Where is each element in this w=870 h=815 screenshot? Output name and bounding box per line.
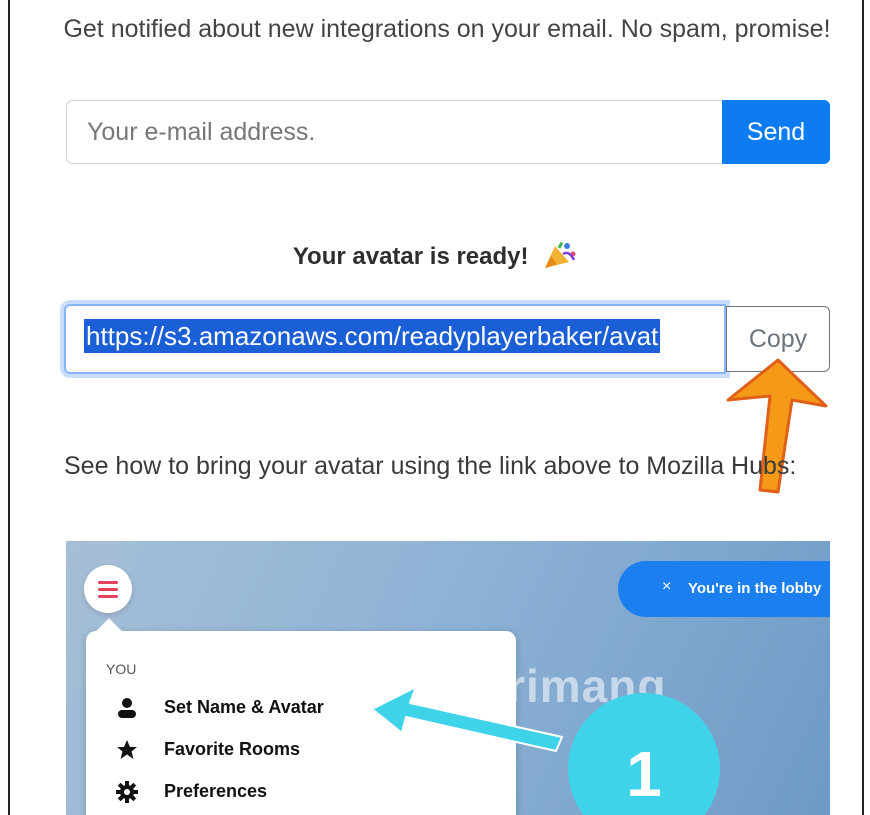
party-popper-icon — [545, 241, 576, 268]
panel-pointer — [96, 618, 122, 644]
email-form: Send — [66, 100, 830, 166]
newsletter-text: Get notified about new integrations on y… — [63, 15, 831, 43]
star-icon — [117, 740, 137, 759]
menu-item-label: Preferences — [164, 781, 268, 801]
step-number: 1 — [626, 738, 662, 810]
avatar-url-selected-text: https://s3.amazonaws.com/readyplayerbake… — [84, 319, 661, 353]
send-button[interactable]: Send — [722, 100, 830, 164]
avatar-url-field[interactable]: https://s3.amazonaws.com/readyplayerbake… — [64, 304, 726, 374]
person-icon — [118, 698, 136, 718]
instructions-text: See how to bring your avatar using the l… — [64, 452, 797, 480]
avatar-url-group: https://s3.amazonaws.com/readyplayerbake… — [64, 304, 830, 374]
menu-item-label: Set Name & Avatar — [164, 697, 324, 717]
menu-item-label: Favorite Rooms — [164, 739, 301, 759]
lobby-banner: × You're in the lobby — [618, 561, 830, 617]
left-frame-border — [8, 0, 10, 815]
close-icon: × — [662, 578, 672, 595]
menu-section-label: YOU — [106, 661, 137, 677]
avatar-ready-heading: Your avatar is ready! — [0, 240, 870, 271]
gear-icon — [116, 781, 138, 803]
email-field[interactable] — [66, 100, 722, 164]
lobby-banner-text: You're in the lobby — [688, 580, 822, 597]
hubs-tutorial-image: × You're in the lobby YOU Set Name & Ava… — [66, 541, 830, 815]
avatar-ready-title: Your avatar is ready! — [292, 243, 529, 270]
hamburger-menu-icon — [84, 565, 132, 613]
cyan-arrow-annotation — [371, 686, 563, 752]
right-frame-border — [862, 0, 864, 815]
